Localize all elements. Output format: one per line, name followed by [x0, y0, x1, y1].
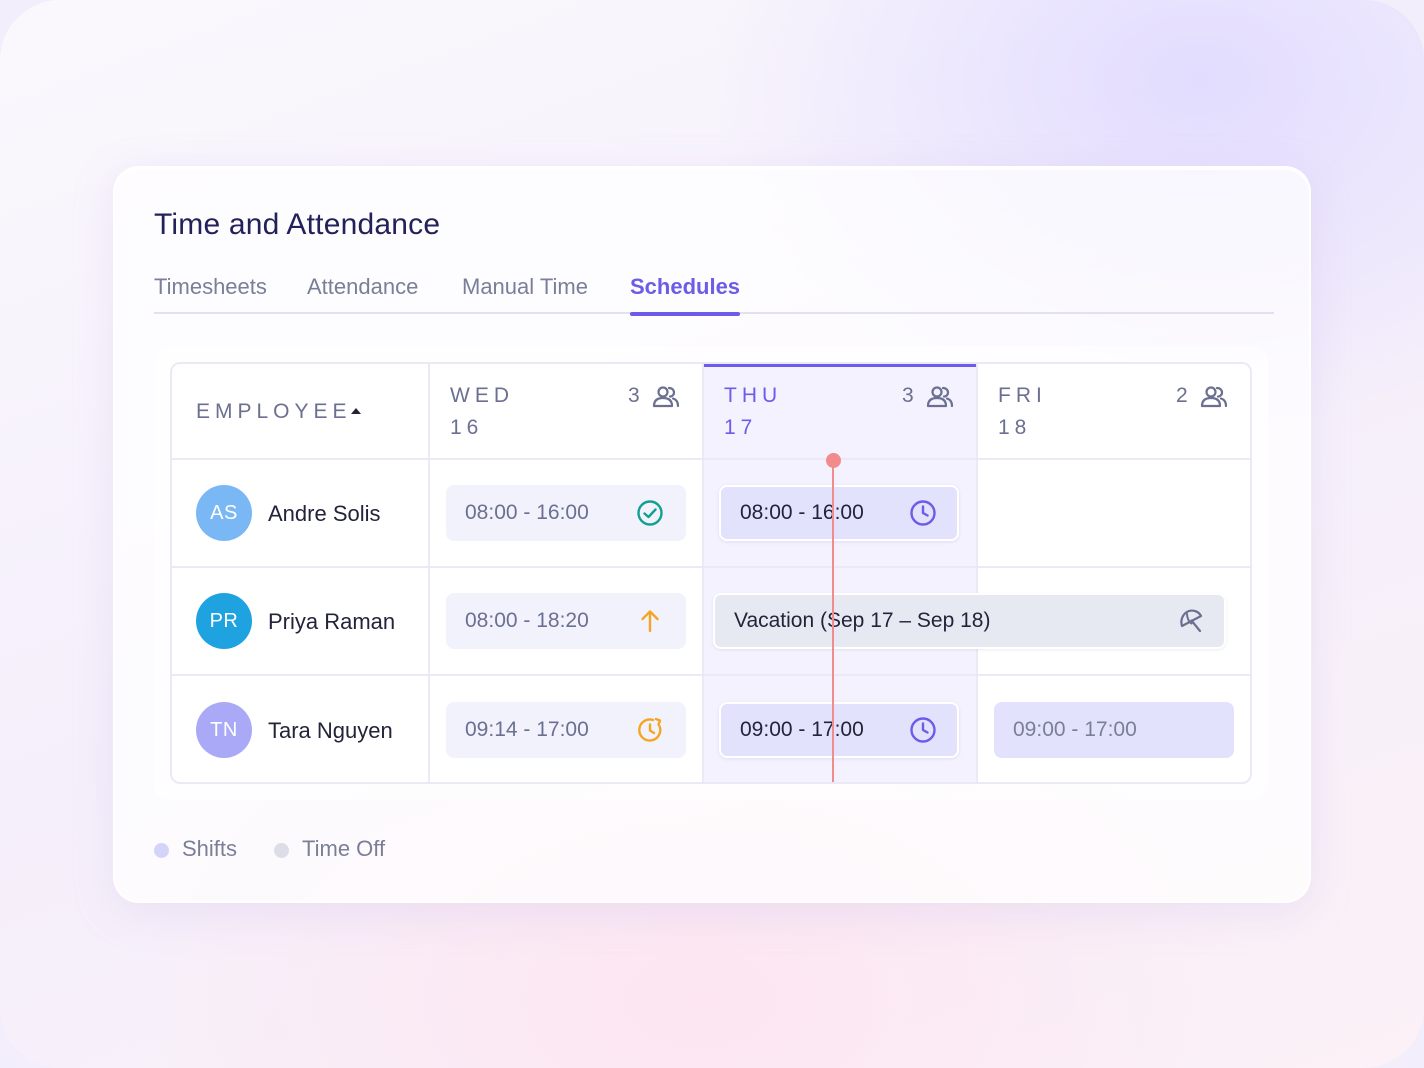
- late-clock-icon: [638, 717, 662, 742]
- shift-block[interactable]: 09:14 - 17:00: [446, 702, 686, 758]
- tab-schedules[interactable]: Schedules: [630, 274, 741, 316]
- sort-ascending-icon[interactable]: [350, 407, 362, 415]
- people-icon: [926, 386, 954, 408]
- current-time-marker: [826, 453, 841, 468]
- row-divider: [172, 674, 1250, 676]
- tab-manual-time[interactable]: Manual Time: [462, 274, 588, 314]
- row-divider: [172, 566, 1250, 568]
- shift-block[interactable]: 08:00 - 16:00: [719, 485, 959, 541]
- current-time-line: [832, 460, 834, 782]
- people-icon: [1200, 386, 1228, 408]
- shift-block[interactable]: 08:00 - 18:20: [446, 593, 686, 649]
- umbrella-icon: [1180, 609, 1203, 633]
- employee-name[interactable]: Priya Raman: [268, 609, 395, 635]
- page-title: Time and Attendance: [154, 208, 441, 241]
- day-of-week: THU: [724, 384, 783, 407]
- time-off-block[interactable]: Vacation (Sep 17 – Sep 18): [713, 593, 1226, 649]
- shift-time: 09:00 - 17:00: [740, 718, 864, 741]
- tab-bar: Timesheets Attendance Manual Time Schedu…: [154, 274, 1274, 316]
- avatar: PR: [196, 593, 252, 649]
- time-off-label: Vacation (Sep 17 – Sep 18): [734, 609, 991, 632]
- column-divider: [976, 364, 978, 782]
- shift-block[interactable]: 09:00 - 17:00: [994, 702, 1234, 758]
- employee-name[interactable]: Tara Nguyen: [268, 718, 393, 744]
- legend-label: Shifts: [182, 836, 238, 861]
- shift-block[interactable]: 09:00 - 17:00: [719, 702, 959, 758]
- day-of-week: WED: [450, 384, 514, 407]
- avatar: TN: [196, 702, 252, 758]
- column-divider: [702, 364, 704, 782]
- day-header-wed[interactable]: WED 16: [450, 380, 514, 444]
- shift-block[interactable]: 08:00 - 16:00: [446, 485, 686, 541]
- day-date: 16: [450, 416, 484, 439]
- day-date: 17: [724, 416, 758, 439]
- day-date: 18: [998, 416, 1032, 439]
- shift-time: 08:00 - 16:00: [465, 501, 589, 524]
- column-divider: [428, 364, 430, 782]
- day-of-week: FRI: [998, 384, 1047, 407]
- tab-attendance[interactable]: Attendance: [307, 274, 418, 314]
- staff-count: 3: [628, 384, 640, 407]
- shift-time: 08:00 - 18:20: [465, 609, 589, 632]
- shift-time: 09:00 - 17:00: [1013, 718, 1137, 741]
- people-icon: [652, 386, 680, 408]
- employee-name[interactable]: Andre Solis: [268, 501, 381, 527]
- tab-timesheets[interactable]: Timesheets: [154, 274, 267, 314]
- shift-time: 09:14 - 17:00: [465, 718, 589, 741]
- row-divider: [172, 458, 1250, 460]
- today-column-indicator: [702, 364, 976, 367]
- staff-count: 2: [1176, 384, 1188, 407]
- clock-icon: [910, 717, 936, 743]
- staff-count: 3: [902, 384, 914, 407]
- avatar: AS: [196, 485, 252, 541]
- check-circle-icon: [637, 500, 663, 526]
- clock-icon: [910, 500, 936, 526]
- legend-label: Time Off: [302, 836, 386, 861]
- legend-dot: [154, 843, 169, 858]
- schedule-grid: EMPLOYEE WED 16 3 THU 17 3 FRI 18 2 AS A…: [170, 362, 1252, 784]
- shift-time: 08:00 - 16:00: [740, 501, 864, 524]
- time-attendance-card: Time and Attendance Timesheets Attendanc…: [113, 166, 1311, 903]
- day-header-fri[interactable]: FRI 18: [998, 380, 1047, 444]
- legend-dot: [274, 843, 289, 858]
- employee-column-header[interactable]: EMPLOYEE: [196, 400, 352, 424]
- arrow-up-icon: [641, 610, 659, 633]
- day-header-thu[interactable]: THU 17: [724, 380, 782, 444]
- schedule-panel: EMPLOYEE WED 16 3 THU 17 3 FRI 18 2 AS A…: [154, 346, 1268, 800]
